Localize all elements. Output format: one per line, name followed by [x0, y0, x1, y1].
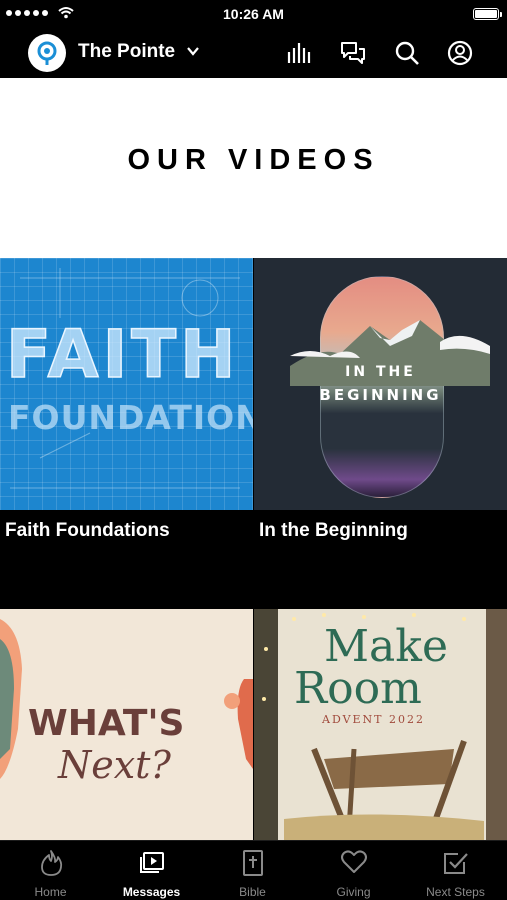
video-title[interactable]: Faith Foundations: [5, 520, 170, 542]
tab-label: Bible: [239, 885, 266, 899]
app-header: The Pointe: [0, 28, 507, 78]
page-title: OUR VIDEOS: [127, 144, 380, 176]
thumbnail-art-text: Next?: [58, 743, 171, 787]
bottom-tab-bar: Home Messages Bible Giving Next Steps: [0, 840, 507, 900]
battery-icon: [473, 8, 502, 20]
tab-messages[interactable]: Messages: [101, 841, 202, 900]
tab-label: Giving: [336, 885, 371, 899]
flame-icon: [38, 849, 64, 882]
thumbnail-art-text: BEGINNING: [319, 386, 442, 404]
video-thumbnail[interactable]: FAITH FOUNDATIONS: [0, 258, 253, 510]
tab-bible[interactable]: Bible: [202, 841, 303, 900]
tab-home[interactable]: Home: [0, 841, 101, 900]
video-thumbnail[interactable]: Make Room ADVENT 2022: [254, 609, 507, 840]
video-playlist-icon: [138, 849, 166, 882]
thumbnail-art-text: FAITH: [5, 315, 240, 394]
tab-label: Next Steps: [426, 885, 485, 899]
tab-next-steps[interactable]: Next Steps: [404, 841, 507, 900]
video-thumbnail[interactable]: IN THE BEGINNING: [254, 258, 507, 510]
status-time: 10:26 AM: [223, 6, 284, 22]
video-tile-whats-next[interactable]: WHAT'S Next?: [0, 609, 253, 840]
video-thumbnail[interactable]: WHAT'S Next?: [0, 609, 253, 840]
video-tile-in-the-beginning[interactable]: IN THE BEGINNING In the Beginning: [254, 258, 507, 608]
chevron-down-icon[interactable]: [186, 44, 200, 63]
profile-icon[interactable]: [447, 40, 473, 66]
video-title[interactable]: In the Beginning: [259, 520, 408, 542]
church-logo[interactable]: [28, 34, 66, 72]
checkbox-icon: [442, 849, 470, 882]
thumbnail-art-text: FOUNDATIONS: [8, 398, 253, 437]
bible-icon: [241, 849, 265, 882]
thumbnail-art-text: Room: [294, 663, 422, 714]
audio-bars-icon[interactable]: [286, 40, 312, 66]
church-name[interactable]: The Pointe: [78, 41, 175, 63]
thumbnail-art-text: WHAT'S: [28, 703, 185, 744]
status-bar: 10:26 AM: [0, 0, 507, 28]
heart-icon: [340, 849, 368, 880]
tab-label: Messages: [122, 885, 181, 899]
title-section: OUR VIDEOS: [0, 78, 507, 258]
tab-label: Home: [34, 885, 67, 899]
thumbnail-art-text: IN THE: [345, 364, 416, 380]
video-tile-make-room[interactable]: Make Room ADVENT 2022: [254, 609, 507, 840]
thumbnail-art-text: ADVENT 2022: [322, 713, 425, 726]
search-icon[interactable]: [394, 40, 420, 66]
tab-giving[interactable]: Giving: [303, 841, 404, 900]
video-tile-faith-foundations[interactable]: FAITH FOUNDATIONS Faith Foundations: [0, 258, 253, 608]
chat-icon[interactable]: [340, 40, 366, 66]
